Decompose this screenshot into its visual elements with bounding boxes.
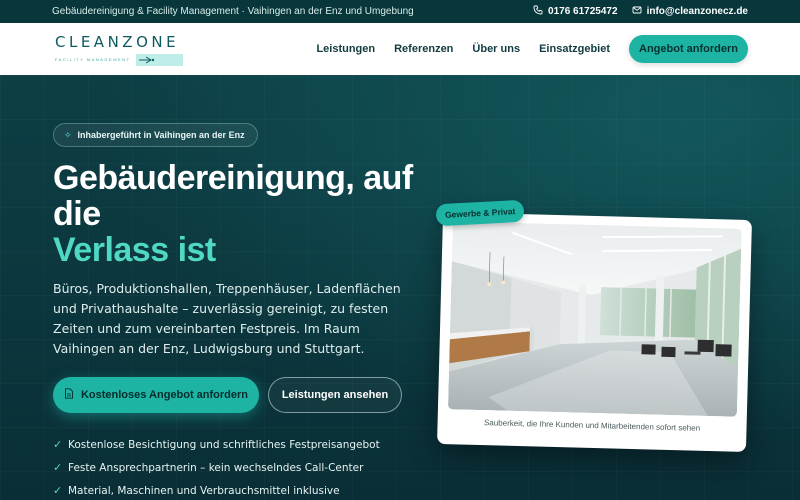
nav-einsatzgebiet[interactable]: Einsatzgebiet xyxy=(539,43,610,55)
check-icon: ✓ xyxy=(53,438,63,451)
nav-referenzen[interactable]: Referenzen xyxy=(394,43,453,55)
list-item: ✓ Feste Ansprechpartnerin – kein wechseln… xyxy=(53,461,364,474)
list-item: ✓ Kostenlose Besichtigung und schriftlich… xyxy=(53,438,380,451)
phone-icon xyxy=(533,5,543,18)
email-address: info@cleanzonecz.de xyxy=(646,6,748,17)
logo-subtitle: FACILITY MANAGEMENT xyxy=(55,57,131,62)
logo[interactable]: CLEANZONE FACILITY MANAGEMENT xyxy=(55,33,316,66)
nav-ueber-uns[interactable]: Über uns xyxy=(472,43,520,55)
email-link[interactable]: info@cleanzonecz.de xyxy=(632,5,748,18)
office-lobby-photo xyxy=(447,221,742,417)
site-header: CLEANZONE FACILITY MANAGEMENT Leistungen… xyxy=(0,23,800,75)
top-info-bar: Gebäudereinigung & Facility Management ·… xyxy=(0,0,800,23)
hero-lead-text: Büros, Produktionshallen, Treppenhäuser,… xyxy=(53,281,401,356)
image-tag-badge: Gewerbe & Privat xyxy=(435,199,525,227)
logo-mark-icon xyxy=(135,53,183,66)
mail-icon xyxy=(632,5,642,18)
benefit-list: ✓ Kostenlose Besichtigung und schriftlich… xyxy=(53,433,380,500)
hero-headline: Gebäudereinigung, auf die Verlass ist xyxy=(53,160,423,268)
topbar-tagline: Gebäudereinigung & Facility Management ·… xyxy=(52,6,414,17)
owner-badge: ✧ Inhabergeführt in Vaihingen an der Enz xyxy=(53,123,258,147)
image-caption: Sauberkeit, die Ihre Kunden und Mitarbei… xyxy=(483,418,701,433)
phone-link[interactable]: 0176 61725472 xyxy=(533,5,618,18)
topbar-contact: 0176 61725472 info@cleanzonecz.de xyxy=(533,5,748,18)
headline-accent: Verlass ist xyxy=(53,231,216,269)
request-quote-button[interactable]: Kostenloses Angebot anfordern xyxy=(53,377,259,413)
phone-number: 0176 61725472 xyxy=(548,6,618,17)
office-image-card: Sauberkeit, die Ihre Kunden und Mitarbei… xyxy=(437,211,752,453)
list-item: ✓ Material, Maschinen und Verbrauchsmitte… xyxy=(53,484,340,497)
headline-line2: die xyxy=(53,195,101,233)
check-icon: ✓ xyxy=(53,484,63,497)
nav-leistungen[interactable]: Leistungen xyxy=(316,43,375,55)
sparkle-icon: ✧ xyxy=(64,129,72,140)
main-nav: Leistungen Referenzen Über uns Einsatzge… xyxy=(316,35,748,63)
owner-badge-label: Inhabergeführt in Vaihingen an der Enz xyxy=(77,130,245,140)
view-services-button[interactable]: Leistungen ansehen xyxy=(268,377,402,413)
request-quote-label: Kostenloses Angebot anfordern xyxy=(80,389,249,401)
logo-wordmark: CLEANZONE xyxy=(55,32,180,51)
header-cta-button[interactable]: Angebot anfordern xyxy=(629,35,748,63)
headline-line1: Gebäudereinigung, auf xyxy=(53,159,413,197)
document-icon xyxy=(64,388,74,402)
hero-section: ✧ Inhabergeführt in Vaihingen an der Enz… xyxy=(0,75,800,500)
check-icon: ✓ xyxy=(53,461,63,474)
